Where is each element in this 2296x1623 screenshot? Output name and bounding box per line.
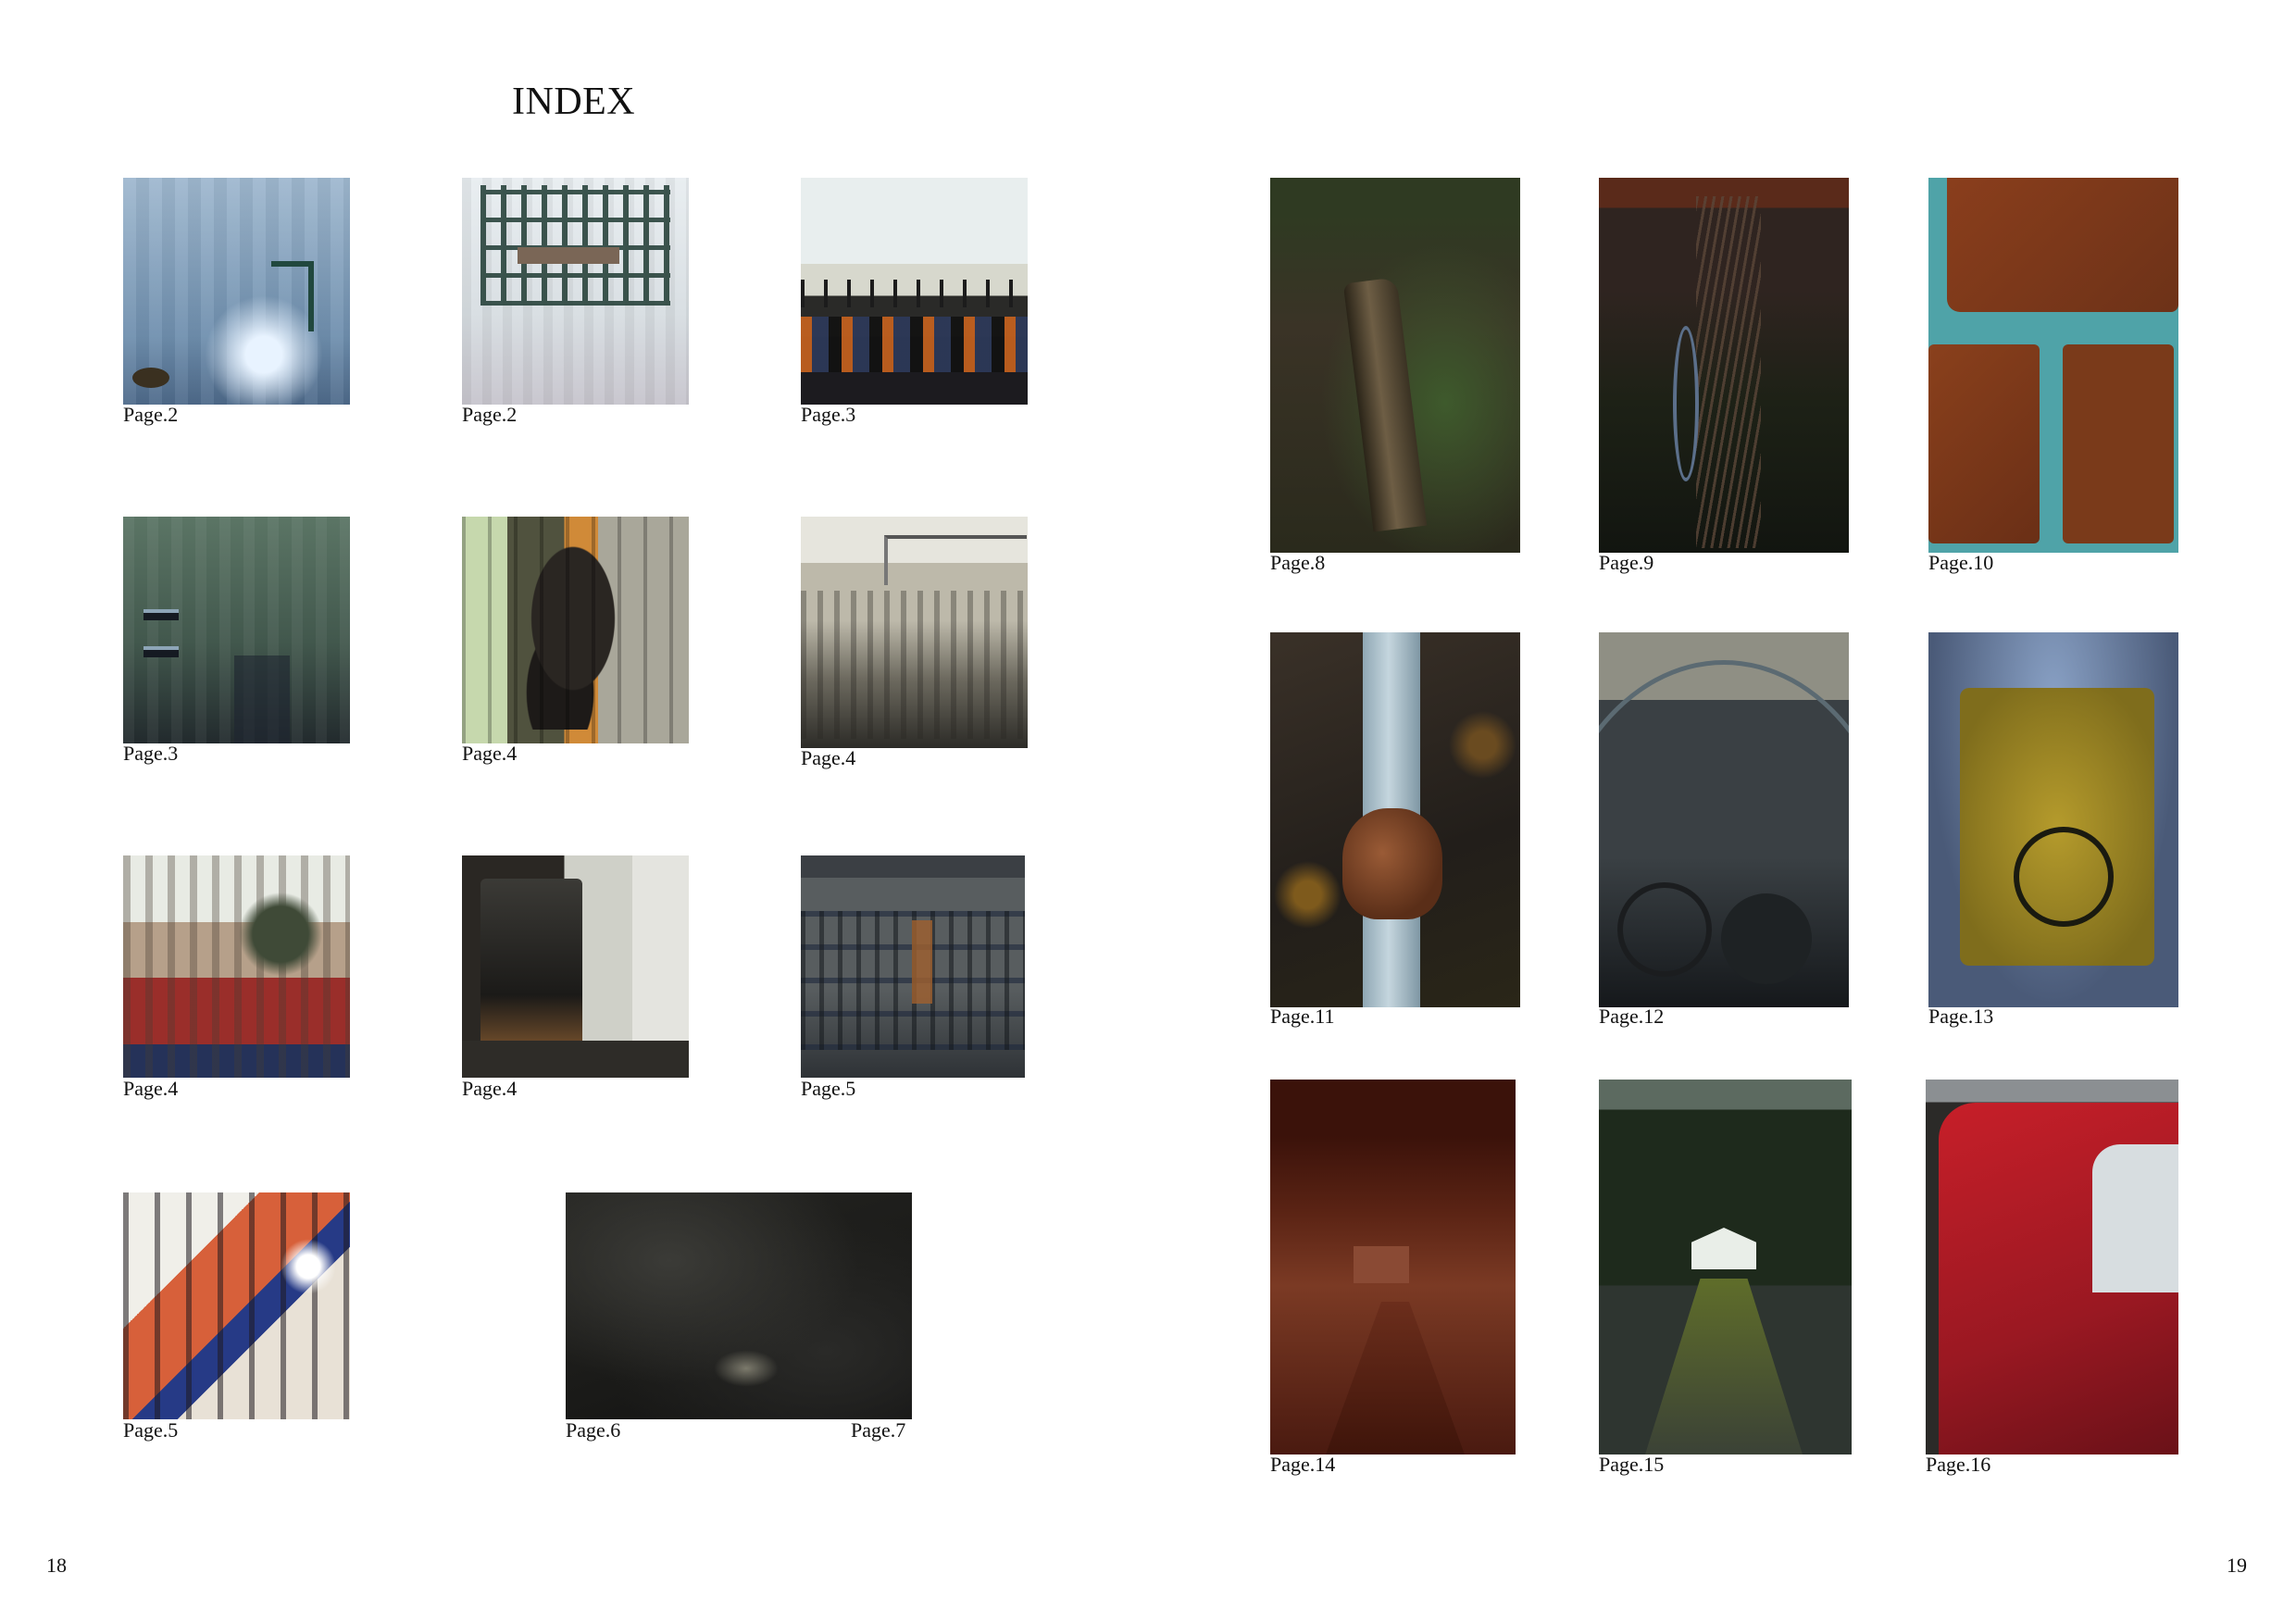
thumbnail-page-4a[interactable]	[462, 517, 689, 743]
caption: Page.6	[566, 1418, 621, 1442]
caption: Page.13	[1928, 1005, 1994, 1028]
thumbnail-page-4c[interactable]	[123, 855, 350, 1078]
photo-page-14[interactable]	[1270, 1080, 1516, 1454]
caption: Page.10	[1928, 551, 1994, 574]
caption: Page.4	[462, 1077, 518, 1100]
caption: Page.7	[851, 1418, 906, 1442]
thumbnail-page-3a[interactable]	[801, 178, 1028, 405]
thumbnail-page-6-7-spread[interactable]	[566, 1192, 912, 1419]
caption: Page.14	[1270, 1453, 1336, 1476]
caption: Page.4	[462, 742, 518, 765]
page-number-right: 19	[2227, 1554, 2247, 1577]
photo-page-13[interactable]	[1928, 632, 2178, 1007]
photo-page-10[interactable]	[1928, 178, 2178, 553]
thumbnail-page-2b[interactable]	[462, 178, 689, 405]
caption: Page.11	[1270, 1005, 1335, 1028]
caption: Page.4	[123, 1077, 179, 1100]
thumbnail-page-2a[interactable]	[123, 178, 350, 405]
photo-page-11[interactable]	[1270, 632, 1520, 1007]
caption: Page.8	[1270, 551, 1326, 574]
caption: Page.5	[123, 1418, 179, 1442]
caption: Page.3	[801, 403, 856, 426]
caption: Page.16	[1926, 1453, 1991, 1476]
photo-page-16[interactable]	[1926, 1080, 2178, 1454]
caption: Page.2	[123, 403, 179, 426]
thumbnail-page-4d[interactable]	[462, 855, 689, 1078]
thumbnail-page-4b[interactable]	[801, 517, 1028, 748]
caption: Page.3	[123, 742, 179, 765]
index-title: INDEX	[512, 81, 636, 123]
caption: Page.4	[801, 746, 856, 769]
page-number-left: 18	[46, 1554, 67, 1577]
caption: Page.5	[801, 1077, 856, 1100]
caption: Page.9	[1599, 551, 1654, 574]
photo-page-9[interactable]	[1599, 178, 1849, 553]
caption: Page.12	[1599, 1005, 1665, 1028]
thumbnail-page-5b[interactable]	[123, 1192, 350, 1419]
photo-page-8[interactable]	[1270, 178, 1520, 553]
photo-page-15[interactable]	[1599, 1080, 1852, 1454]
caption: Page.2	[462, 403, 518, 426]
thumbnail-page-3b[interactable]	[123, 517, 350, 743]
thumbnail-page-5a[interactable]	[801, 855, 1025, 1078]
caption: Page.15	[1599, 1453, 1665, 1476]
photo-page-12[interactable]	[1599, 632, 1849, 1007]
